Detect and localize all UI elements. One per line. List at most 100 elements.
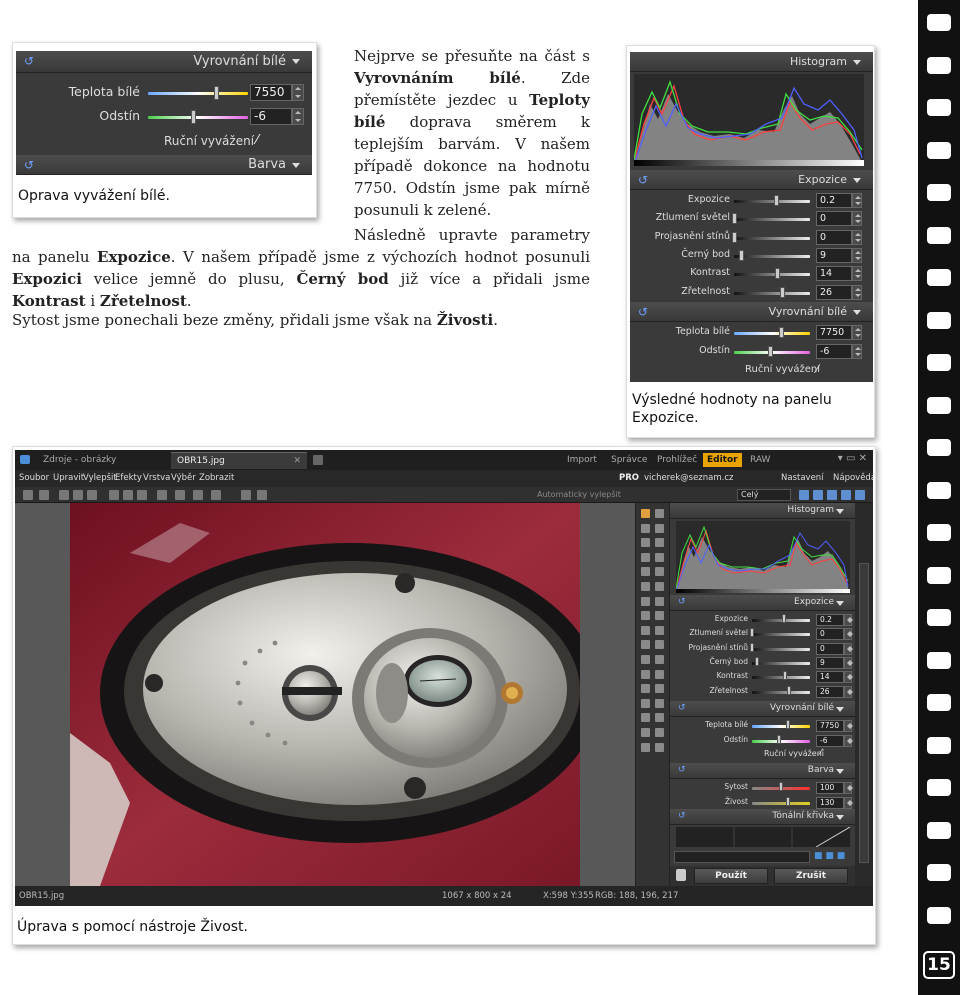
reset-icon[interactable]: ↺	[678, 703, 686, 713]
chevron-down-icon[interactable]	[853, 310, 861, 315]
zoom-icon[interactable]	[799, 490, 809, 500]
tone-curve-graph[interactable]	[676, 827, 850, 847]
slider-thumb[interactable]	[779, 286, 785, 298]
tool-icon[interactable]	[655, 596, 664, 606]
zoom-icon[interactable]	[841, 490, 851, 500]
slider-track[interactable]	[734, 254, 810, 258]
toolbar-icon[interactable]	[39, 490, 49, 500]
value-field[interactable]: 100	[816, 782, 844, 794]
mode-button[interactable]: Správce	[607, 453, 651, 467]
value-stepper[interactable]	[852, 229, 862, 245]
apply-button[interactable]: Použít	[694, 868, 768, 884]
value-field[interactable]: -6	[816, 344, 852, 359]
toolbar-icon[interactable]	[211, 490, 221, 500]
chevron-down-icon[interactable]	[836, 769, 844, 774]
value-field[interactable]: 0	[816, 642, 844, 655]
slider-track[interactable]	[752, 676, 810, 680]
slider-track[interactable]	[752, 661, 810, 665]
zoom-icon[interactable]	[813, 490, 823, 500]
slider-track[interactable]	[752, 801, 810, 805]
tool-icon[interactable]	[641, 596, 650, 606]
toolbar-icon[interactable]	[59, 490, 69, 500]
slider-thumb[interactable]	[783, 671, 788, 681]
value-field[interactable]: 14	[816, 266, 852, 282]
reset-icon[interactable]: ↺	[24, 158, 34, 172]
auto-enhance-button[interactable]: Automaticky vylepšit	[537, 490, 621, 499]
value-stepper[interactable]	[844, 671, 853, 684]
reset-icon[interactable]: ↺	[638, 305, 648, 319]
slider-thumb[interactable]	[732, 213, 737, 225]
panel-scrollbar[interactable]	[855, 503, 873, 886]
camera-icon[interactable]	[20, 455, 30, 464]
temperature-slider-thumb[interactable]	[214, 86, 219, 100]
tint-field[interactable]: -6	[250, 108, 292, 125]
help-link[interactable]: Nápověda	[833, 473, 873, 483]
new-tab-icon[interactable]	[313, 455, 323, 465]
tone-curve-header[interactable]: ↺ Tónální křivka	[670, 809, 856, 825]
toolbar-icon[interactable]	[175, 490, 185, 500]
chevron-down-icon[interactable]	[292, 163, 300, 168]
value-stepper[interactable]	[852, 325, 862, 340]
toolbar-icon[interactable]	[109, 490, 119, 500]
value-stepper[interactable]	[852, 266, 862, 282]
canvas-area[interactable]	[15, 503, 635, 886]
tool-icon[interactable]	[655, 625, 664, 635]
slider-thumb[interactable]	[755, 656, 760, 666]
mode-button[interactable]: Editor	[703, 453, 742, 467]
tool-icon[interactable]	[641, 684, 650, 694]
slider-thumb[interactable]	[779, 782, 783, 791]
value-stepper[interactable]	[844, 796, 853, 809]
tool-icon[interactable]	[641, 567, 650, 577]
reset-icon[interactable]: ↺	[638, 173, 648, 187]
tool-icon[interactable]	[641, 640, 650, 650]
photo-preview[interactable]	[70, 503, 580, 886]
slider-track[interactable]	[752, 647, 810, 651]
chevron-down-icon[interactable]	[836, 815, 844, 820]
value-field[interactable]: 9	[816, 656, 844, 669]
histogram-header[interactable]: Histogram	[630, 52, 873, 72]
tint-slider[interactable]	[148, 116, 248, 119]
toolbar-icon[interactable]	[23, 490, 33, 500]
reset-icon[interactable]: ↺	[678, 765, 686, 775]
zoom-icon[interactable]	[827, 490, 837, 500]
brush-icon[interactable]	[676, 869, 686, 881]
menu-item[interactable]: Výběr	[171, 473, 196, 483]
value-field[interactable]: 7750	[816, 720, 844, 732]
reset-icon[interactable]: ↺	[24, 54, 34, 68]
tool-icon[interactable]	[641, 669, 650, 679]
value-field[interactable]: 14	[816, 671, 844, 684]
menu-item[interactable]: Soubor	[19, 473, 49, 483]
eyedropper-icon[interactable]: ⁄	[820, 748, 822, 758]
slider-thumb[interactable]	[738, 249, 744, 261]
value-field[interactable]: 0.2	[816, 614, 844, 626]
slider-track[interactable]	[752, 725, 810, 728]
color-header[interactable]: ↺ Barva	[670, 763, 856, 779]
tool-icon[interactable]	[641, 538, 650, 548]
tool-icon[interactable]	[655, 538, 664, 548]
tool-icon[interactable]	[655, 728, 664, 737]
tool-icon[interactable]	[655, 655, 664, 664]
slider-thumb[interactable]	[767, 346, 773, 357]
mode-button[interactable]: Import	[563, 453, 601, 467]
close-icon[interactable]: ✕	[293, 453, 301, 469]
tool-icon[interactable]	[641, 655, 650, 664]
value-field[interactable]: 7750	[816, 325, 852, 340]
slider-track[interactable]	[734, 332, 810, 335]
mode-button[interactable]: RAW	[746, 453, 774, 467]
value-field[interactable]: 0.2	[816, 193, 852, 208]
tool-icon[interactable]	[655, 567, 664, 577]
tool-icon[interactable]	[655, 640, 664, 650]
tool-icon[interactable]	[641, 728, 650, 737]
slider-thumb[interactable]	[785, 796, 790, 806]
slider-thumb[interactable]	[750, 642, 754, 652]
tool-icon[interactable]	[641, 742, 650, 752]
slider-thumb[interactable]	[786, 685, 791, 695]
temperature-field[interactable]: 7550	[250, 84, 292, 101]
tool-icon[interactable]	[655, 523, 664, 533]
reset-icon[interactable]: ↺	[678, 811, 686, 821]
slider-track[interactable]	[752, 633, 810, 637]
slider-track[interactable]	[752, 690, 810, 694]
tint-slider-thumb[interactable]	[191, 110, 196, 124]
menu-item[interactable]: Vrstva	[143, 473, 170, 483]
slider-thumb[interactable]	[773, 195, 779, 206]
